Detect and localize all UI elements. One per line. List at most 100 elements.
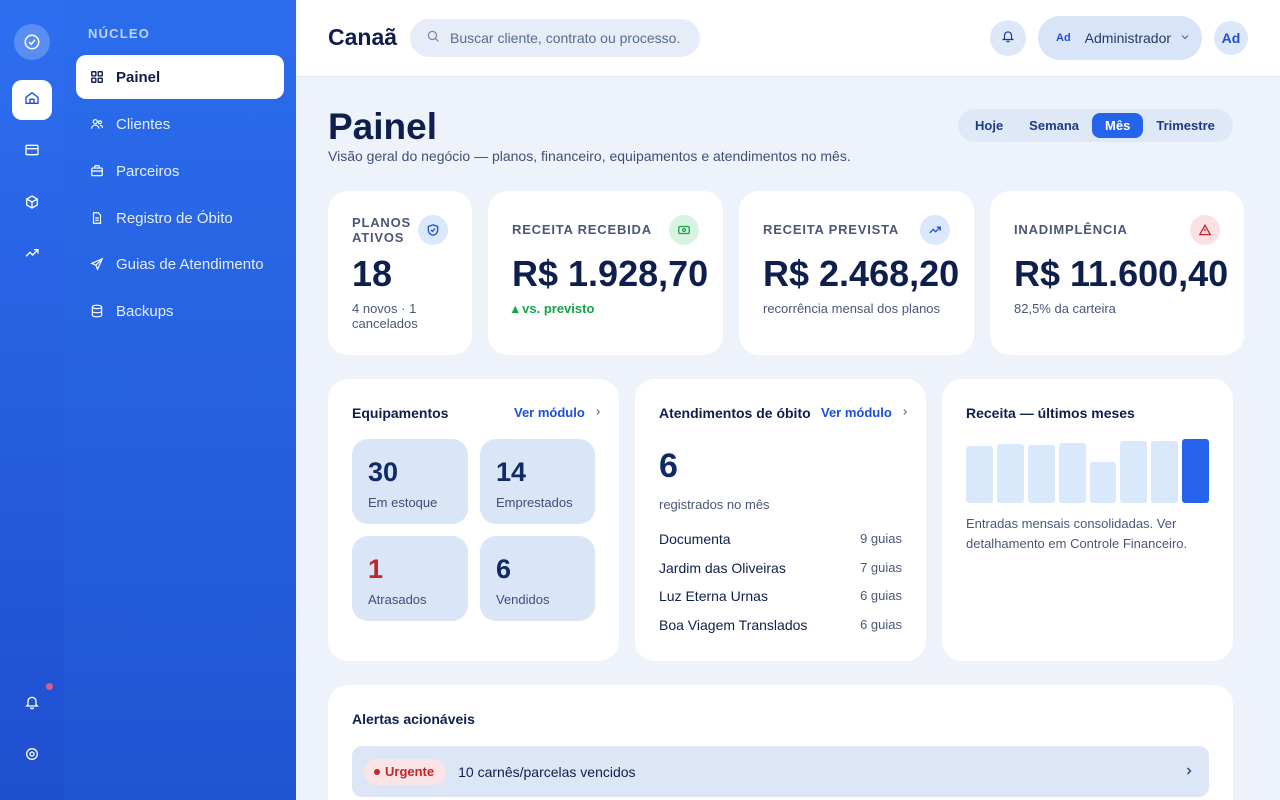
- kpi-value: R$ 11.600,40: [1014, 253, 1229, 294]
- receita-chart-card: Receita — últimos meses Entradas mensais…: [942, 379, 1233, 661]
- tile-atrasados[interactable]: 1 Atrasados: [352, 536, 468, 621]
- card-icon: [24, 142, 40, 163]
- brand-name[interactable]: Canaã: [328, 24, 397, 51]
- status-dot: [374, 768, 380, 775]
- status-badge: Urgente: [364, 758, 447, 785]
- sidebar-item-painel[interactable]: Painel: [76, 55, 284, 99]
- tile-label: Em estoque: [368, 495, 438, 510]
- kpi-card-planos-ativos: PLANOS ATIVOS 18 4 novos · 1 cancelados: [328, 191, 472, 355]
- chart-bar: [1058, 443, 1086, 503]
- tab-mes[interactable]: Mês: [1092, 113, 1144, 138]
- user-menu[interactable]: Ad Administrador: [1038, 16, 1202, 60]
- kpi-value: R$ 1.928,70: [512, 253, 709, 294]
- notifications-button[interactable]: [990, 20, 1026, 56]
- sidebar-item-registro-obito[interactable]: Registro de Óbito: [76, 196, 284, 240]
- page-title: Painel: [328, 106, 437, 147]
- rail-settings-button[interactable]: [12, 736, 52, 776]
- settings-icon: [24, 746, 40, 767]
- tile-value: 30: [368, 457, 399, 487]
- obitos-total: 6: [659, 447, 678, 485]
- users-icon: [90, 117, 104, 131]
- partner-name: Boa Viagem Translados: [659, 617, 808, 633]
- search-input[interactable]: [450, 30, 690, 46]
- send-icon: [90, 257, 104, 271]
- alert-text: 10 carnês/parcelas vencidos: [458, 763, 636, 780]
- search-box[interactable]: [410, 19, 700, 57]
- check-circle-icon[interactable]: [14, 24, 50, 60]
- tile-em-estoque[interactable]: 30 Em estoque: [352, 439, 468, 524]
- list-item: Jardim das Oliveiras 7 guias: [659, 560, 902, 580]
- rail-box-button[interactable]: [12, 184, 52, 224]
- database-icon: [90, 304, 104, 318]
- bell-icon: [1001, 29, 1015, 48]
- tab-trimestre[interactable]: Trimestre: [1143, 113, 1228, 138]
- list-item: Luz Eterna Urnas 6 guias: [659, 588, 902, 608]
- rail-card-button[interactable]: [12, 132, 52, 172]
- document-icon: [90, 211, 104, 225]
- warning-icon: [1190, 215, 1220, 245]
- box-icon: [24, 194, 40, 215]
- guide-count: 6 guias: [860, 617, 902, 632]
- ver-modulo-equipamentos-link[interactable]: Ver módulo: [514, 405, 603, 420]
- partner-name: Luz Eterna Urnas: [659, 588, 768, 604]
- tile-value: 14: [496, 457, 527, 487]
- sidebar-item-label: Parceiros: [116, 162, 180, 180]
- badge-label: Urgente: [385, 764, 435, 779]
- period-selector: Hoje Semana Mês Trimestre: [958, 109, 1233, 142]
- kpi-note: 4 novos · 1 cancelados: [352, 301, 418, 331]
- ver-modulo-obitos-link[interactable]: Ver módulo: [821, 405, 910, 420]
- rail-home-button[interactable]: [12, 80, 52, 120]
- tab-semana[interactable]: Semana: [1016, 113, 1092, 138]
- sidebar-item-guias[interactable]: Guias de Atendimento: [76, 242, 284, 286]
- chart-bar: [1182, 439, 1209, 503]
- bell-icon: [24, 694, 40, 715]
- chevron-right-icon: [900, 405, 910, 420]
- avatar[interactable]: Ad: [1214, 21, 1248, 55]
- sidebar-item-parceiros[interactable]: Parceiros: [76, 149, 284, 193]
- link-label: Ver módulo: [514, 405, 585, 420]
- home-icon: [24, 90, 40, 111]
- briefcase-icon: [90, 164, 104, 178]
- sidebar-item-label: Painel: [116, 68, 161, 86]
- chart-title: Receita — últimos meses: [966, 405, 1135, 421]
- link-label: Ver módulo: [821, 405, 892, 420]
- kpi-note: recorrência mensal dos planos: [763, 301, 941, 316]
- tile-emprestados[interactable]: 14 Emprestados: [480, 439, 595, 524]
- alert-item[interactable]: Urgente 10 carnês/parcelas vencidos: [352, 746, 1209, 797]
- list-item: Documenta 9 guias: [659, 531, 902, 551]
- shield-check-icon: [418, 215, 448, 245]
- kpi-label: RECEITA RECEBIDA: [512, 222, 652, 237]
- grid-icon: [90, 70, 104, 84]
- tab-hoje[interactable]: Hoje: [962, 113, 1016, 138]
- trending-up-icon: [920, 215, 950, 245]
- page-subtitle: Visão geral do negócio — planos, finance…: [328, 148, 851, 164]
- top-header: Canaã Ad Administrador Ad: [296, 0, 1280, 77]
- sidebar-item-backups[interactable]: Backups: [76, 289, 284, 333]
- sidebar: NÚCLEO Painel Clientes Parceiros Registr…: [64, 0, 296, 800]
- chevron-down-icon: [1179, 30, 1191, 46]
- atendimentos-obito-card: Atendimentos de óbito Ver módulo 6 regis…: [635, 379, 926, 661]
- search-icon: [426, 29, 440, 48]
- sidebar-item-clientes[interactable]: Clientes: [76, 102, 284, 146]
- kpi-value: 18: [352, 253, 393, 294]
- guide-count: 9 guias: [860, 531, 902, 546]
- obitos-total-label: registrados no mês: [659, 497, 770, 512]
- kpi-note: 82,5% da carteira: [1014, 301, 1116, 316]
- tile-vendidos[interactable]: 6 Vendidos: [480, 536, 595, 621]
- rail-notifications-button[interactable]: [12, 684, 52, 724]
- kpi-label: INADIMPLÊNCIA: [1014, 222, 1128, 237]
- partner-name: Jardim das Oliveiras: [659, 560, 786, 576]
- chart-bar: [1151, 441, 1179, 503]
- revenue-bar-chart: [966, 439, 1209, 503]
- user-name: Administrador: [1084, 30, 1172, 46]
- chart-bar: [1120, 441, 1148, 503]
- tile-value: 1: [368, 554, 384, 584]
- chart-bar: [1027, 445, 1055, 503]
- trending-up-icon: [24, 245, 40, 266]
- rail-trend-button[interactable]: [12, 235, 52, 275]
- chart-bar: [996, 444, 1024, 503]
- equipamentos-card: Equipamentos Ver módulo 30 Em estoque 14…: [328, 379, 619, 661]
- tile-label: Atrasados: [368, 592, 427, 607]
- cash-icon: [669, 215, 699, 245]
- tile-label: Emprestados: [496, 495, 573, 510]
